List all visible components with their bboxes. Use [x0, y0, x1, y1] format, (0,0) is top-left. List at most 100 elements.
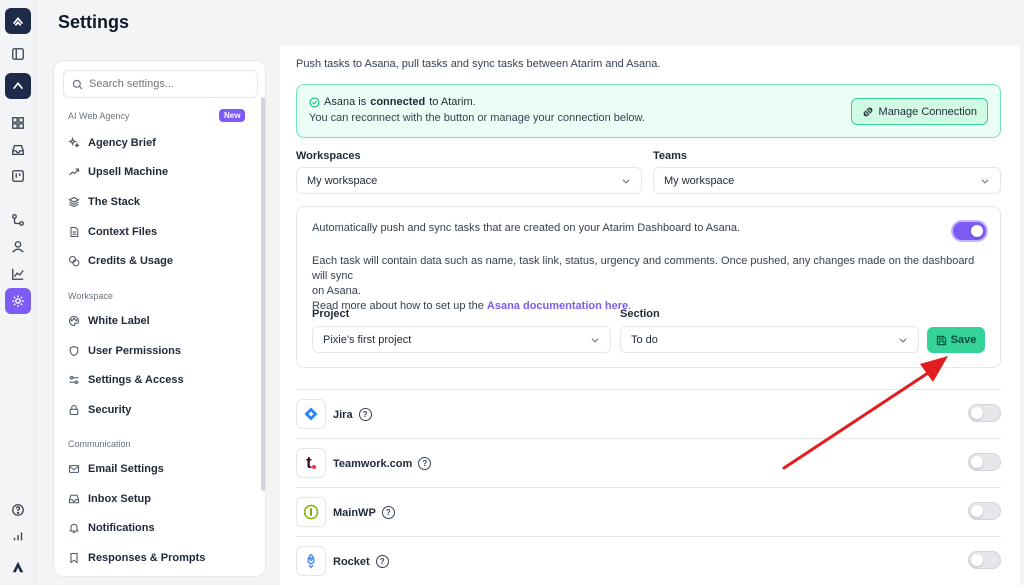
manage-connection-button[interactable]: Manage Connection	[850, 98, 988, 125]
workspace-logo-icon[interactable]	[5, 73, 31, 99]
connection-hint: You can reconnect with the button or man…	[309, 112, 645, 124]
sync-detail-text: Each task will contain data such as name…	[312, 254, 992, 314]
nav-item-context-files[interactable]: Context Files	[68, 224, 157, 240]
nav-item-label: Agency Brief	[88, 137, 156, 149]
nav-item-label: Context Files	[88, 226, 158, 238]
atarim-logo-icon[interactable]	[5, 8, 31, 34]
check-circle-icon	[309, 96, 320, 108]
new-badge: New	[219, 109, 246, 122]
teamwork-name: Teamwork.com	[333, 457, 413, 470]
toggle-knob	[971, 407, 983, 419]
integration-name: MainWP ?	[333, 506, 395, 519]
integration-row-jira: Jira ?	[296, 389, 1001, 438]
page-title: Settings	[58, 12, 130, 32]
board-icon[interactable]	[5, 163, 31, 189]
nav-item-upsell-machine[interactable]: Upsell Machine	[68, 164, 168, 180]
help-icon[interactable]: ?	[381, 506, 395, 519]
page-header: Settings	[36, 0, 1024, 46]
help-icon[interactable]	[5, 497, 31, 523]
dashboard-grid-icon[interactable]	[5, 110, 31, 136]
settings-nav: AI Web Agency New Agency Brief Upsell Ma…	[53, 60, 266, 577]
section-value: To do	[631, 333, 658, 346]
nav-item-label: User Permissions	[88, 345, 181, 357]
mainwp-toggle[interactable]	[968, 502, 1001, 520]
nav-item-the-stack[interactable]: The Stack	[68, 194, 140, 210]
nav-item-security[interactable]: Security	[68, 402, 131, 418]
user-icon[interactable]	[5, 234, 31, 260]
nav-item-inbox-setup[interactable]: Inbox Setup	[68, 491, 151, 507]
toggle-knob	[971, 225, 983, 237]
mail-icon	[68, 465, 80, 473]
sidebar-toggle-icon[interactable]	[5, 41, 31, 67]
teams-select[interactable]: My workspace	[653, 167, 1001, 194]
integration-name: Rocket ?	[333, 555, 389, 568]
sync-detail-line2: on Asana.	[312, 285, 361, 297]
nav-item-white-label[interactable]: White Label	[68, 313, 150, 329]
nav-item-notifications[interactable]: Notifications	[68, 520, 155, 536]
nav-item-label: Responses & Prompts	[88, 552, 206, 564]
section-label: Section	[620, 308, 660, 320]
chevron-down-icon	[981, 179, 989, 184]
mainwp-name: MainWP	[333, 506, 376, 519]
rocket-toggle[interactable]	[968, 551, 1001, 569]
chevron-down-icon	[899, 338, 907, 343]
bar-chart-icon[interactable]	[5, 523, 31, 549]
integration-name: Jira ?	[333, 408, 372, 421]
search-input[interactable]	[89, 78, 249, 90]
nav-item-credits-usage[interactable]: Credits & Usage	[68, 253, 173, 269]
main-content: Push tasks to Asana, pull tasks and sync…	[280, 46, 1020, 585]
project-select[interactable]: Pixie's first project	[312, 326, 611, 353]
auto-sync-text: Automatically push and sync tasks that a…	[312, 222, 741, 234]
nav-item-label: Settings & Access	[88, 374, 184, 386]
teamwork-logo-icon: t	[296, 448, 326, 478]
workflow-icon[interactable]	[5, 207, 31, 233]
help-icon[interactable]: ?	[375, 555, 389, 568]
nav-item-settings-access[interactable]: Settings & Access	[68, 372, 184, 388]
jira-toggle[interactable]	[968, 404, 1001, 422]
save-label: Save	[950, 334, 977, 346]
section-label-workspace: Workspace	[68, 291, 113, 301]
atarim-a-logo-icon[interactable]	[5, 554, 31, 580]
workspaces-value: My workspace	[307, 174, 378, 187]
settings-gear-icon[interactable]	[5, 288, 31, 314]
sync-detail-line1: Each task will contain data such as name…	[312, 255, 975, 282]
bell-icon	[68, 523, 80, 534]
floppy-disk-icon	[936, 335, 946, 345]
nav-item-email-settings[interactable]: Email Settings	[68, 461, 164, 477]
nav-scrollbar[interactable]	[261, 97, 265, 491]
workspaces-label: Workspaces	[296, 150, 361, 162]
teamwork-toggle[interactable]	[968, 453, 1001, 471]
integration-row-rocket: Rocket ?	[296, 536, 1001, 585]
connection-suffix: to Atarim.	[429, 96, 476, 108]
coins-icon	[68, 255, 80, 267]
trending-up-icon	[69, 168, 80, 176]
nav-item-responses-prompts[interactable]: Responses & Prompts	[68, 550, 205, 566]
nav-item-label: Security	[88, 404, 132, 416]
section-select[interactable]: To do	[620, 326, 919, 353]
connection-status-box: Asana is connected to Atarim. You can re…	[296, 84, 1001, 138]
plug-icon	[863, 107, 872, 116]
help-icon[interactable]: ?	[358, 408, 372, 421]
connection-status-word: connected	[370, 96, 426, 108]
integration-name: Teamwork.com ?	[333, 457, 432, 470]
inbox-icon	[68, 494, 80, 504]
nav-item-label: Email Settings	[88, 463, 164, 475]
toggle-knob	[971, 554, 983, 566]
teams-label: Teams	[653, 150, 688, 162]
jira-name: Jira	[333, 408, 353, 421]
section-label-communication: Communication	[68, 439, 131, 449]
nav-item-agency-brief[interactable]: Agency Brief	[68, 135, 156, 151]
analytics-icon[interactable]	[5, 261, 31, 287]
section-label-ai-web-agency: AI Web Agency	[68, 111, 130, 121]
sparkles-icon	[68, 137, 80, 149]
workspaces-select[interactable]: My workspace	[296, 167, 642, 194]
toggle-knob	[971, 456, 983, 468]
search-box[interactable]	[63, 70, 258, 98]
auto-sync-toggle[interactable]	[953, 222, 986, 240]
help-icon[interactable]: ?	[418, 457, 432, 470]
nav-item-user-permissions[interactable]: User Permissions	[68, 343, 181, 359]
asana-docs-link[interactable]: Asana documentation here	[487, 300, 628, 312]
auto-sync-card: Automatically push and sync tasks that a…	[296, 206, 1001, 368]
inbox-icon[interactable]	[5, 137, 31, 163]
save-button[interactable]: Save	[927, 327, 985, 353]
